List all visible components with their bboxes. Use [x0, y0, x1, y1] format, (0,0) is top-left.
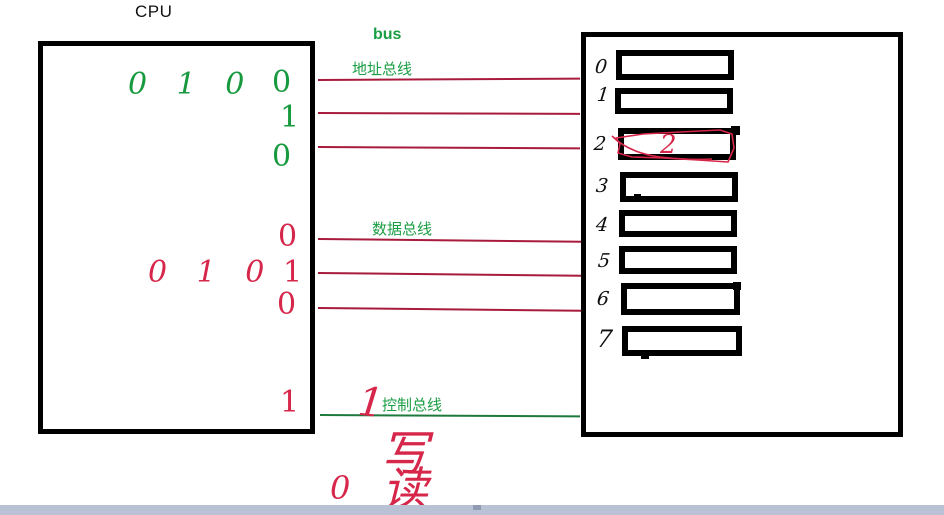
control-bus-write-flag: 1 [355, 378, 386, 428]
cpu-address-bit-2: 0 [272, 139, 292, 174]
memory-index-0: 0 [593, 56, 609, 78]
cpu-data-register-value: 0 1 0 [148, 255, 275, 290]
memory-cell-2-annotation: 2 [660, 130, 677, 160]
memory-index-7: 7 [595, 325, 614, 353]
memory-index-5: 5 [596, 250, 612, 272]
cpu-data-bit-2: 0 [277, 287, 297, 322]
memory-cell-6-marker [733, 282, 741, 290]
cpu-address-bit-0: 0 [272, 65, 292, 100]
memory-cell-4[interactable] [619, 210, 737, 237]
memory-cell-1[interactable] [615, 88, 733, 114]
memory-cell-7[interactable] [622, 326, 742, 356]
whiteboard-canvas: CPU 0 1 0 0 1 0 0 1 0 0 1 0 1 bus 地址总线 数… [0, 0, 944, 515]
memory-cell-0[interactable] [616, 50, 734, 80]
control-bus-label: 控制总线 [382, 397, 443, 414]
memory-cell-3-marker [634, 194, 641, 201]
memory-index-6: 6 [595, 288, 611, 310]
cpu-address-bit-1: 1 [280, 100, 300, 135]
cpu-title-label: CPU [135, 2, 173, 21]
memory-cell-2[interactable] [618, 128, 736, 160]
memory-index-2: 2 [592, 133, 608, 155]
memory-index-3: 3 [594, 175, 610, 197]
memory-cell-6[interactable] [621, 283, 740, 315]
memory-index-1: 1 [595, 84, 611, 106]
memory-cell-5[interactable] [619, 246, 737, 274]
cpu-control-bit: 1 [280, 385, 300, 420]
address-bus-label: 地址总线 [352, 61, 413, 78]
memory-cell-7-marker [641, 351, 649, 359]
bus-group-label: bus [373, 26, 402, 43]
cpu-address-register-value: 0 1 0 [128, 67, 255, 102]
bottom-bar-marker [473, 505, 481, 510]
memory-index-4: 4 [594, 214, 610, 236]
cpu-data-bit-1: 1 [283, 255, 303, 290]
read-annotation-code: 0 [330, 469, 351, 507]
address-bus-wire-2 [317, 112, 581, 115]
data-bus-wire-1 [317, 238, 582, 243]
data-bus-label: 数据总线 [372, 221, 433, 238]
data-bus-wire-3 [317, 307, 582, 312]
cpu-data-bit-0: 0 [278, 219, 298, 254]
address-bus-wire-1 [317, 77, 581, 81]
address-bus-wire-3 [317, 146, 581, 150]
data-bus-wire-2 [317, 272, 582, 277]
memory-cell-2-marker [731, 126, 740, 135]
bottom-status-bar[interactable] [0, 505, 944, 515]
